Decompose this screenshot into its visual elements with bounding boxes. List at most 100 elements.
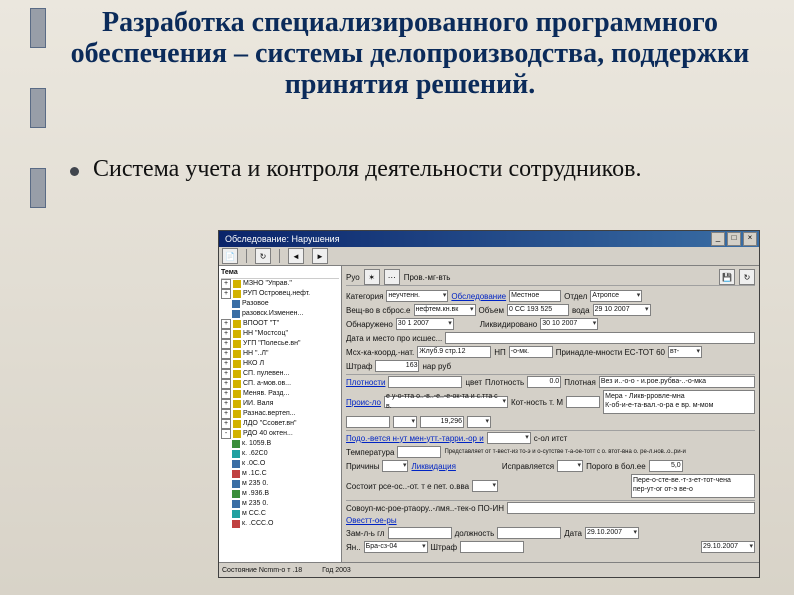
input-np[interactable]: -о-мк.	[509, 346, 553, 358]
close-button[interactable]: ×	[743, 232, 757, 246]
tree-expand-icon[interactable]: -	[221, 429, 231, 439]
tree-item[interactable]: к .0С.О	[221, 459, 339, 469]
input-plotnost2[interactable]: 0.0	[527, 376, 561, 388]
select-podtovar[interactable]	[487, 432, 531, 444]
tree-expand-icon[interactable]: +	[221, 369, 231, 379]
link-podtovar[interactable]: Подо.-вется н-ут мен-утт.-тарри.-ор и	[346, 434, 484, 443]
tree-item[interactable]: +ЛДО "Ссовет.вн"	[221, 419, 339, 429]
tree-item[interactable]: м .936.В	[221, 489, 339, 499]
tree-item[interactable]: + НН "..Л"	[221, 349, 339, 359]
link-proishozh[interactable]: Проис-ло	[346, 398, 381, 407]
link-likv[interactable]: Ликвидация	[411, 462, 455, 471]
select-proishozh[interactable]: е у-о-тта о..-в..-е..-е-ок-та и с.тта с …	[384, 396, 508, 408]
select-data-bottom[interactable]: 29.10.2007	[585, 527, 639, 539]
tree-item[interactable]: -РДО 40 октен...	[221, 429, 339, 439]
select-date-bottom2[interactable]: 29.10.2007	[701, 541, 755, 553]
select-likvid-date[interactable]: 30 10 2007	[540, 318, 598, 330]
tree-expand-icon[interactable]: +	[221, 409, 231, 419]
toolbar-next-icon[interactable]: ►	[312, 248, 328, 264]
tree-item[interactable]: к. .ССС.О	[221, 519, 339, 529]
select-yan[interactable]: Бра-cз-04	[364, 541, 428, 553]
input-porog[interactable]: 5,0	[649, 460, 683, 472]
label-voda: вода	[572, 306, 590, 315]
tree-item[interactable]: м 235 0.	[221, 479, 339, 489]
toolbar-prev-icon[interactable]: ◄	[288, 248, 304, 264]
form-tb-icon1[interactable]: ✶	[364, 269, 380, 285]
select-ispr[interactable]	[557, 460, 583, 472]
link-ovsetst[interactable]: Овестт-ое-ры	[346, 516, 397, 525]
select-sostoit[interactable]	[472, 480, 498, 492]
tree-expand-icon[interactable]: +	[221, 359, 231, 369]
input-shtraf2[interactable]	[460, 541, 524, 553]
tree-item-label: НН "..Л"	[243, 349, 269, 359]
tree-item[interactable]: разовск.Изменен...	[221, 309, 339, 319]
tree-item[interactable]: +Разнас.вертеп...	[221, 409, 339, 419]
tree-item[interactable]: +ВПООТ "Т"	[221, 319, 339, 329]
input-obsled[interactable]: Местное	[509, 290, 561, 302]
app-titlebar[interactable]: Обследование: Нарушения _ □ ×	[219, 231, 759, 247]
tree-expand-icon[interactable]: +	[221, 379, 231, 389]
tree-expand-icon[interactable]: +	[221, 329, 231, 339]
link-plotnost[interactable]: Плотности	[346, 378, 385, 387]
input-num1[interactable]	[346, 416, 390, 428]
tree-expand-icon[interactable]: +	[221, 289, 231, 299]
select-prinad[interactable]: вт-	[668, 346, 702, 358]
tree-item[interactable]: +НКО Л	[221, 359, 339, 369]
tree-expand-icon[interactable]: +	[221, 399, 231, 409]
input-dolzhnost[interactable]	[497, 527, 561, 539]
input-obem[interactable]: 0 СС 193 525	[507, 304, 569, 316]
link-obsledovanie[interactable]: Обследование	[451, 292, 506, 301]
maximize-button[interactable]: □	[727, 232, 741, 246]
tree-node-icon	[232, 460, 240, 468]
input-kotnost[interactable]	[566, 396, 600, 408]
toolbar-refresh-icon[interactable]: ↻	[255, 248, 271, 264]
select-veshchestvo[interactable]: нефтем.кн.вк	[414, 304, 476, 316]
input-shtraf[interactable]: 163	[375, 360, 419, 372]
tree-expand-icon[interactable]: +	[221, 279, 231, 289]
minimize-button[interactable]: _	[711, 232, 725, 246]
tree-item-label: разовск.Изменен...	[242, 309, 303, 319]
input-koord[interactable]: Жлуб.9 стр.12	[417, 346, 491, 358]
input-tempera[interactable]	[397, 446, 441, 458]
form-tb-refresh-icon[interactable]: ↻	[739, 269, 755, 285]
tree-item[interactable]: Разовое	[221, 299, 339, 309]
label-kotnost: Кот-ность т. М	[511, 398, 563, 407]
input-plotnost[interactable]	[388, 376, 462, 388]
tree-item[interactable]: +РУП Островец.нефт.	[221, 289, 339, 299]
label-obnaruzheno: Обнаружено	[346, 320, 393, 329]
toolbar-file-icon[interactable]: 📄	[222, 248, 238, 264]
select-otdel[interactable]: Атропсе	[590, 290, 642, 302]
tree-item[interactable]: +ИИ. Валя	[221, 399, 339, 409]
select-voda-date[interactable]: 29 10 2007	[593, 304, 651, 316]
tree-expand-icon[interactable]: +	[221, 349, 231, 359]
select-num1[interactable]	[393, 416, 417, 428]
tree-item[interactable]: +УГП "Полесье.вн"	[221, 339, 339, 349]
select-num2[interactable]	[467, 416, 491, 428]
tree-item[interactable]: к. .62С0	[221, 449, 339, 459]
tree-item[interactable]: +СП. пулевен...	[221, 369, 339, 379]
input-data-mesto[interactable]	[445, 332, 755, 344]
tree-item[interactable]: м СС.С	[221, 509, 339, 519]
tree-item[interactable]: +СП. а-мов.ов...	[221, 379, 339, 389]
tree-item[interactable]: +Меняв. Разд...	[221, 389, 339, 399]
input-covey[interactable]	[507, 502, 755, 514]
tree-item[interactable]: +НН "Мостсоц"	[221, 329, 339, 339]
select-category[interactable]: неучтенн.	[386, 290, 448, 302]
tree-item[interactable]: +МЗНО "Управ."	[221, 279, 339, 289]
slide-title: Разработка специализированного программн…	[70, 8, 750, 100]
form-tb-save-icon[interactable]: 💾	[719, 269, 735, 285]
select-prichiny[interactable]	[382, 460, 408, 472]
tree-item[interactable]: м .1С.С	[221, 469, 339, 479]
tree-panel[interactable]: Тема +МЗНО "Управ."+РУП Островец.нефт.Ра…	[219, 266, 342, 562]
tree-expand-icon[interactable]: +	[221, 389, 231, 399]
tree-expand-icon[interactable]: +	[221, 419, 231, 429]
form-tb-icon2[interactable]: ⋯	[384, 269, 400, 285]
input-plotnaya[interactable]: Вез и..-о-о - и.рое.рубва-..-о-мка	[599, 376, 755, 388]
tree-item[interactable]: м 235 0.	[221, 499, 339, 509]
input-zamlus[interactable]	[388, 527, 452, 539]
tree-expand-icon[interactable]: +	[221, 339, 231, 349]
input-num2[interactable]: 19,296	[420, 416, 464, 428]
tree-expand-icon[interactable]: +	[221, 319, 231, 329]
tree-item[interactable]: к. 1059.В	[221, 439, 339, 449]
select-obnaruzheno-date[interactable]: 30 1 2007	[396, 318, 454, 330]
